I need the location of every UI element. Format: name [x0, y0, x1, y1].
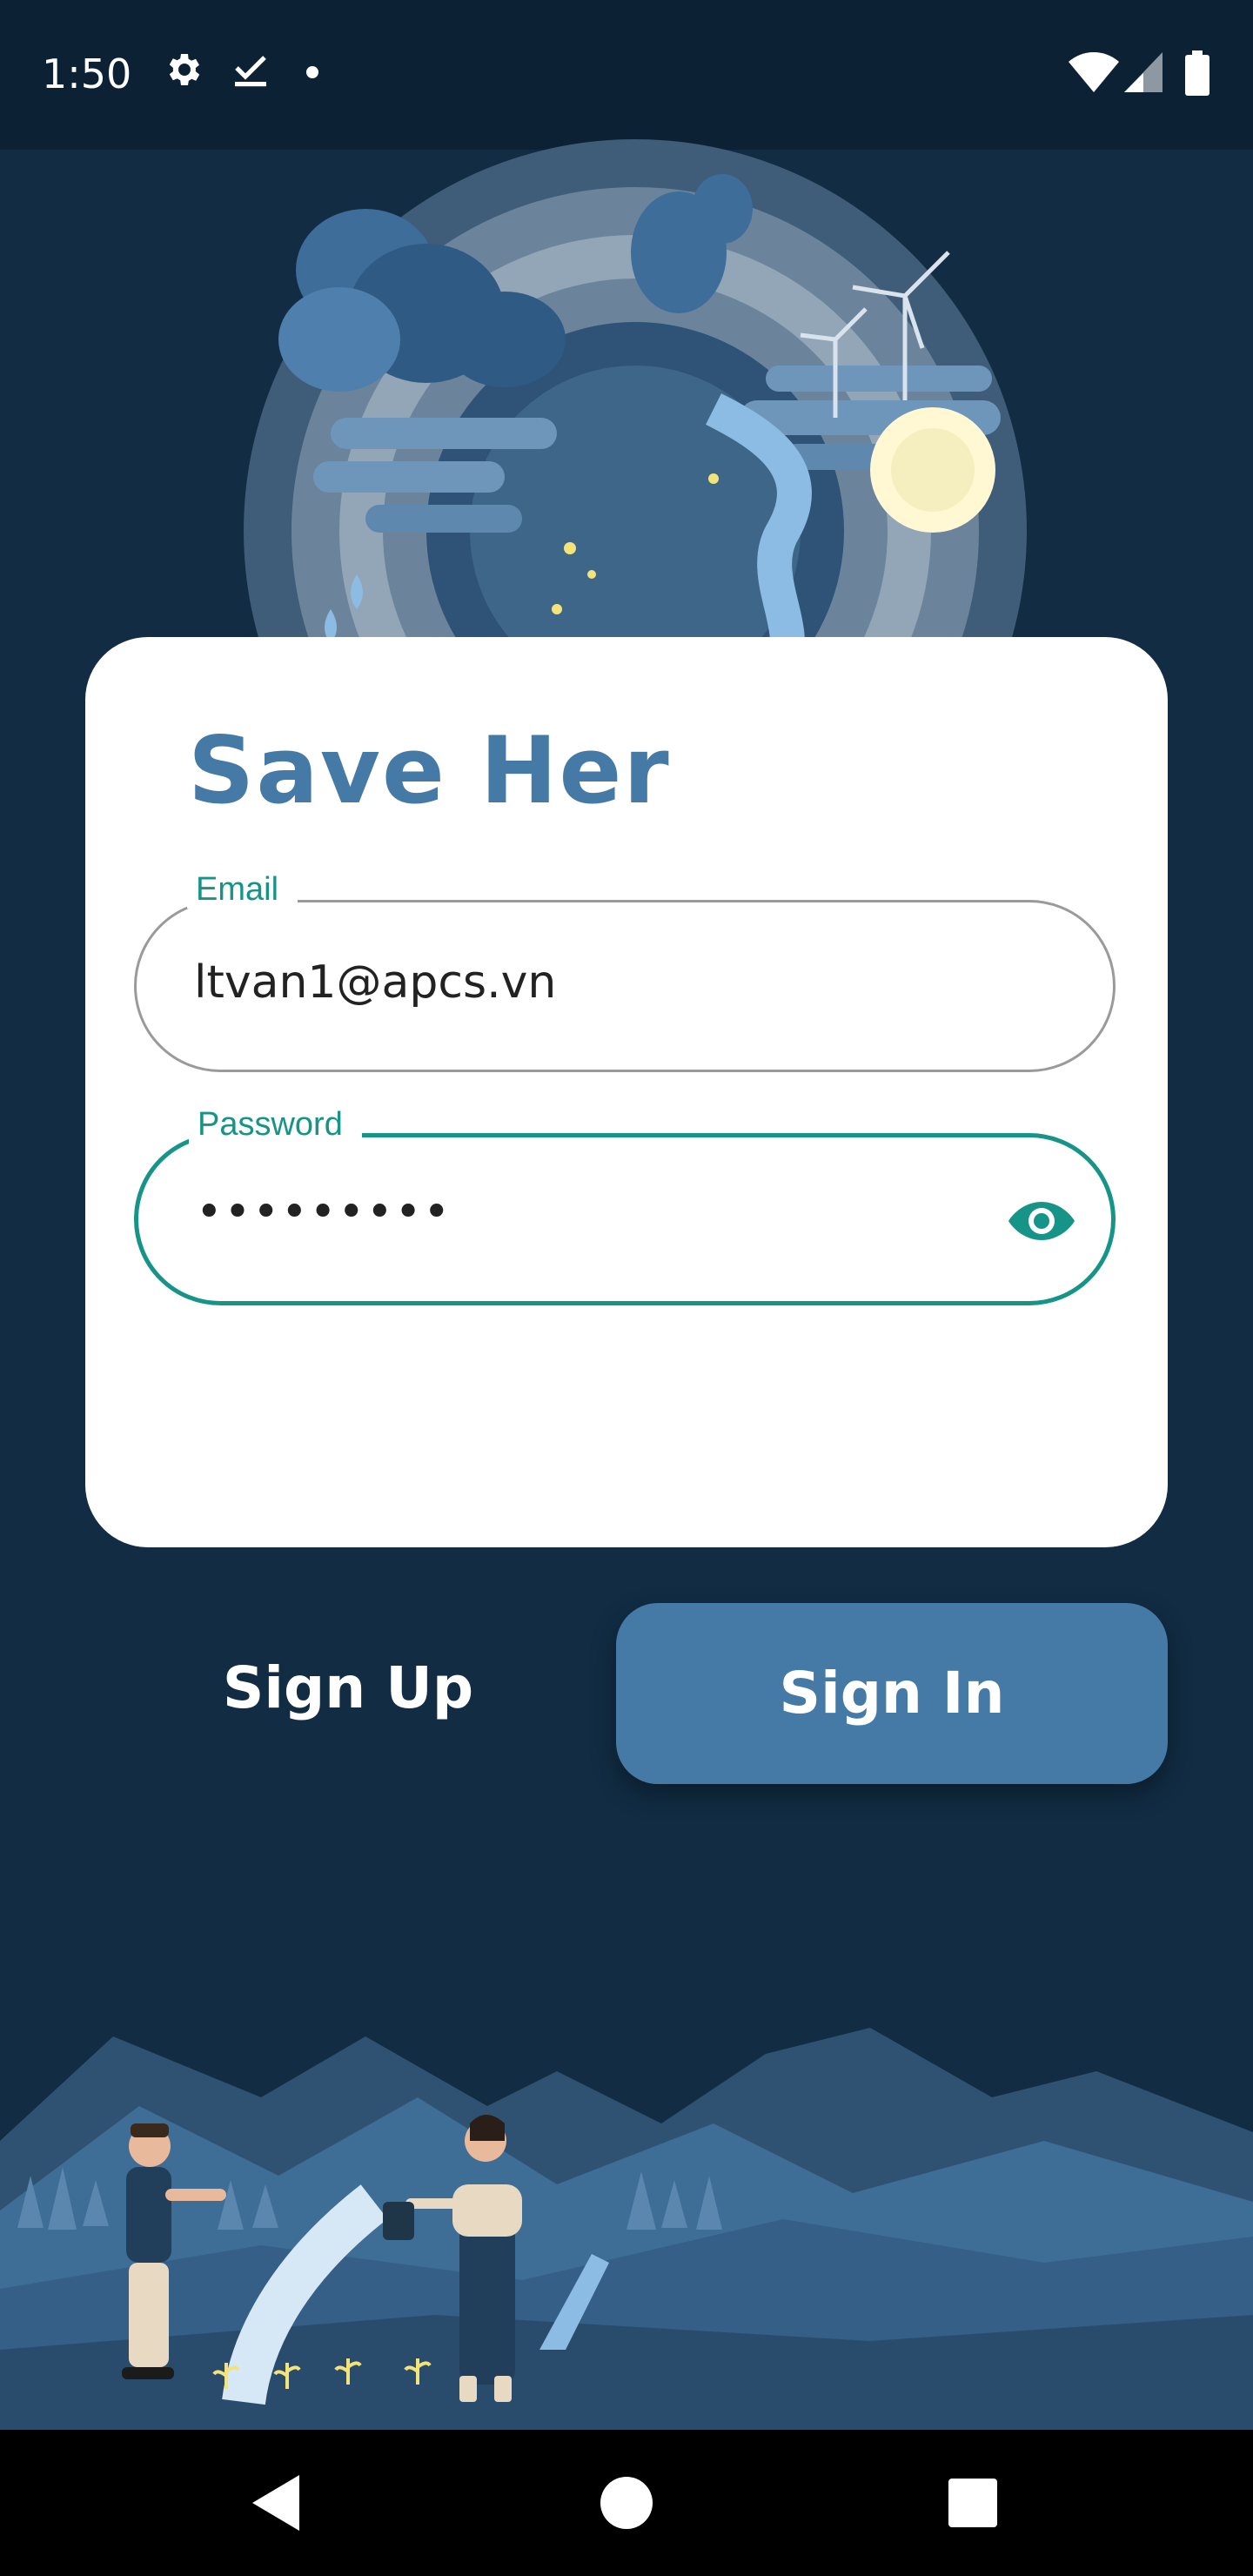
dot-icon — [306, 66, 318, 78]
battery-icon — [1185, 50, 1209, 96]
email-label: Email — [187, 871, 298, 909]
signup-button[interactable]: Sign Up — [174, 1627, 522, 1749]
status-bar: 1:50 — [0, 0, 1253, 150]
gear-icon — [169, 54, 200, 85]
home-circle-icon[interactable] — [593, 2470, 660, 2536]
recents-square-icon[interactable] — [940, 2470, 1006, 2536]
navigation-bar — [0, 2430, 1253, 2576]
password-field[interactable]: Password ••••••••• — [134, 1106, 1116, 1305]
landscape-illustration — [0, 2028, 1253, 2430]
signin-button[interactable]: Sign In — [616, 1603, 1168, 1784]
cell-signal-icon — [1124, 52, 1163, 92]
email-field[interactable]: Email ltvan1@apcs.vn — [134, 871, 1116, 1072]
email-value[interactable]: ltvan1@apcs.vn — [194, 956, 556, 1009]
password-value[interactable]: ••••••••• — [196, 1186, 452, 1238]
login-card: Save Her Email ltvan1@apcs.vn Password •… — [85, 637, 1168, 1547]
wifi-icon — [1069, 52, 1119, 92]
app-title: Save Her — [188, 717, 671, 824]
password-label: Password — [189, 1106, 362, 1144]
back-triangle-icon[interactable] — [245, 2470, 312, 2536]
eye-icon[interactable] — [1007, 1195, 1076, 1247]
status-time: 1:50 — [42, 50, 132, 97]
globe-illustration — [244, 139, 1027, 661]
checkmark-download-icon — [235, 56, 266, 87]
